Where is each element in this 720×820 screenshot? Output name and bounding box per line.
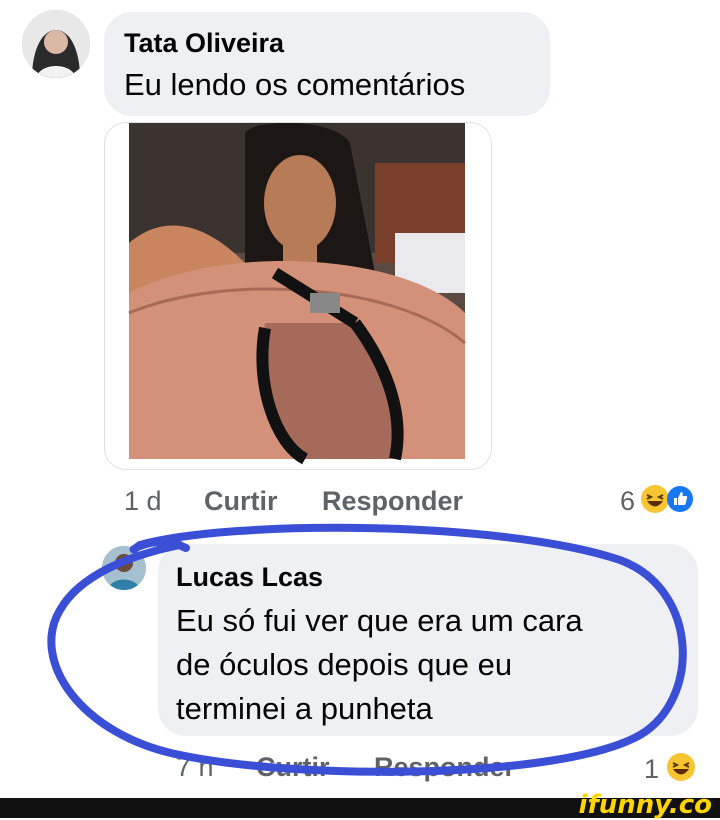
comment-bubble-tata: Tata Oliveira Eu lendo os comentários <box>104 12 550 116</box>
reaction-summary[interactable]: 6 <box>614 484 704 518</box>
comment-time: 1 d <box>124 486 162 516</box>
comment-author[interactable]: Lucas Lcas <box>176 562 323 593</box>
comment-photo-image <box>105 123 491 469</box>
reaction-summary[interactable]: 1 <box>644 752 704 786</box>
comment-time: 7 h <box>176 752 214 782</box>
comment-photo[interactable] <box>104 122 492 470</box>
reply-link[interactable]: Responder <box>374 752 515 783</box>
haha-icon <box>667 753 695 781</box>
comment-text-line-1: Eu só fui ver que era um cara <box>176 603 583 638</box>
comment-text-line-2: de óculos depois que eu <box>176 647 513 682</box>
reaction-count: 1 <box>644 754 660 784</box>
comment-author[interactable]: Tata Oliveira <box>124 28 284 59</box>
watermark-logo: ifunny.co <box>578 790 712 820</box>
reaction-count: 6 <box>620 486 636 516</box>
comment-text: Eu lendo os comentários <box>124 67 466 102</box>
watermark-bar: ifunny.co <box>0 790 720 820</box>
avatar-tata[interactable] <box>22 10 90 78</box>
avatar-lucas-image <box>102 546 146 590</box>
comment-text-line-3: terminei a punheta <box>176 691 433 726</box>
comment-bubble-lucas: Lucas Lcas Eu só fui ver que era um cara… <box>158 544 698 736</box>
avatar-lucas[interactable] <box>102 546 146 590</box>
reply-link[interactable]: Responder <box>322 486 463 517</box>
avatar-tata-image <box>22 10 90 78</box>
like-link[interactable]: Curtir <box>256 752 330 783</box>
like-link[interactable]: Curtir <box>204 486 278 517</box>
like-icon <box>667 486 693 512</box>
